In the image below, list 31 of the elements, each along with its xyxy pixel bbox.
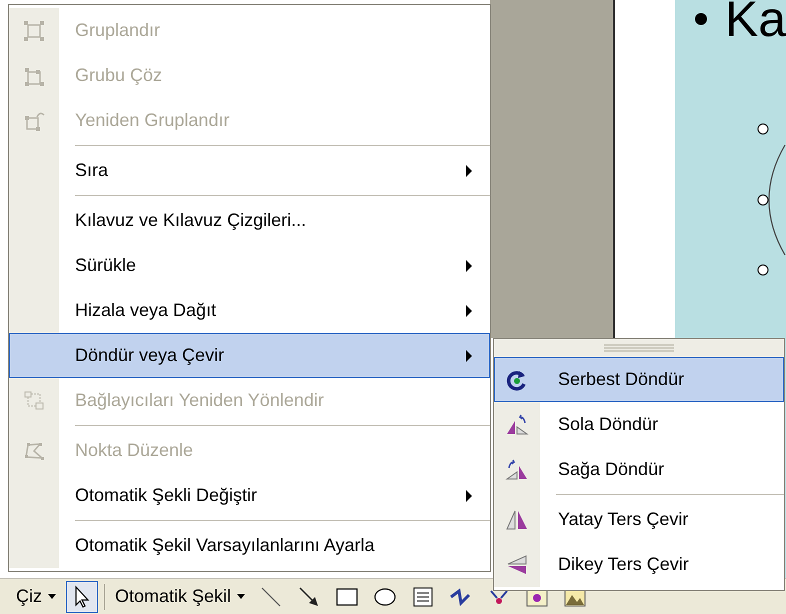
menu-item[interactable]: Serbest Döndür [494, 357, 784, 402]
connector-icon [22, 388, 46, 412]
menu-item[interactable]: Sıra [9, 148, 490, 193]
menu-item[interactable]: Sürükle [9, 243, 490, 288]
grip-icon [604, 344, 674, 352]
menu-item[interactable]: Dikey Ters Çevir [494, 542, 784, 587]
menu-item[interactable]: Kılavuz ve Kılavuz Çizgileri... [9, 198, 490, 243]
submenu-arrow-icon [466, 260, 472, 272]
text-box-icon [411, 584, 436, 608]
draw-menu[interactable]: Çiz [12, 584, 60, 609]
rotate-left-icon [505, 412, 529, 436]
caret-icon [48, 594, 56, 599]
menu-item[interactable]: Sola Döndür [494, 402, 784, 447]
tool-button[interactable] [66, 580, 98, 612]
menu-item[interactable]: Sağa Döndür [494, 447, 784, 492]
submenu-arrow-icon [466, 304, 472, 316]
slide-text: Ka [724, 0, 786, 44]
group-icon [22, 18, 46, 42]
menu-item[interactable]: Yatay Ters Çevir [494, 497, 784, 542]
submenu-arrow-icon [466, 350, 472, 362]
submenu-arrow-icon [466, 490, 472, 502]
menu-item[interactable]: Otomatik Şekil Varsayılanlarını Ayarla [9, 523, 490, 568]
menu-item[interactable]: Döndür veya Çevir [9, 333, 490, 378]
flip-vertical-icon [505, 552, 529, 576]
menu-item[interactable]: Otomatik Şekli Değiştir [9, 473, 490, 518]
caret-icon [237, 594, 246, 599]
autoshapes-menu[interactable]: Otomatik Şekil [111, 584, 250, 609]
submenu-arrow-icon [466, 164, 472, 176]
menu-item[interactable]: Hizala veya Dağıt [9, 288, 490, 333]
bullet-icon [694, 13, 707, 25]
rotate-right-icon [505, 458, 529, 482]
